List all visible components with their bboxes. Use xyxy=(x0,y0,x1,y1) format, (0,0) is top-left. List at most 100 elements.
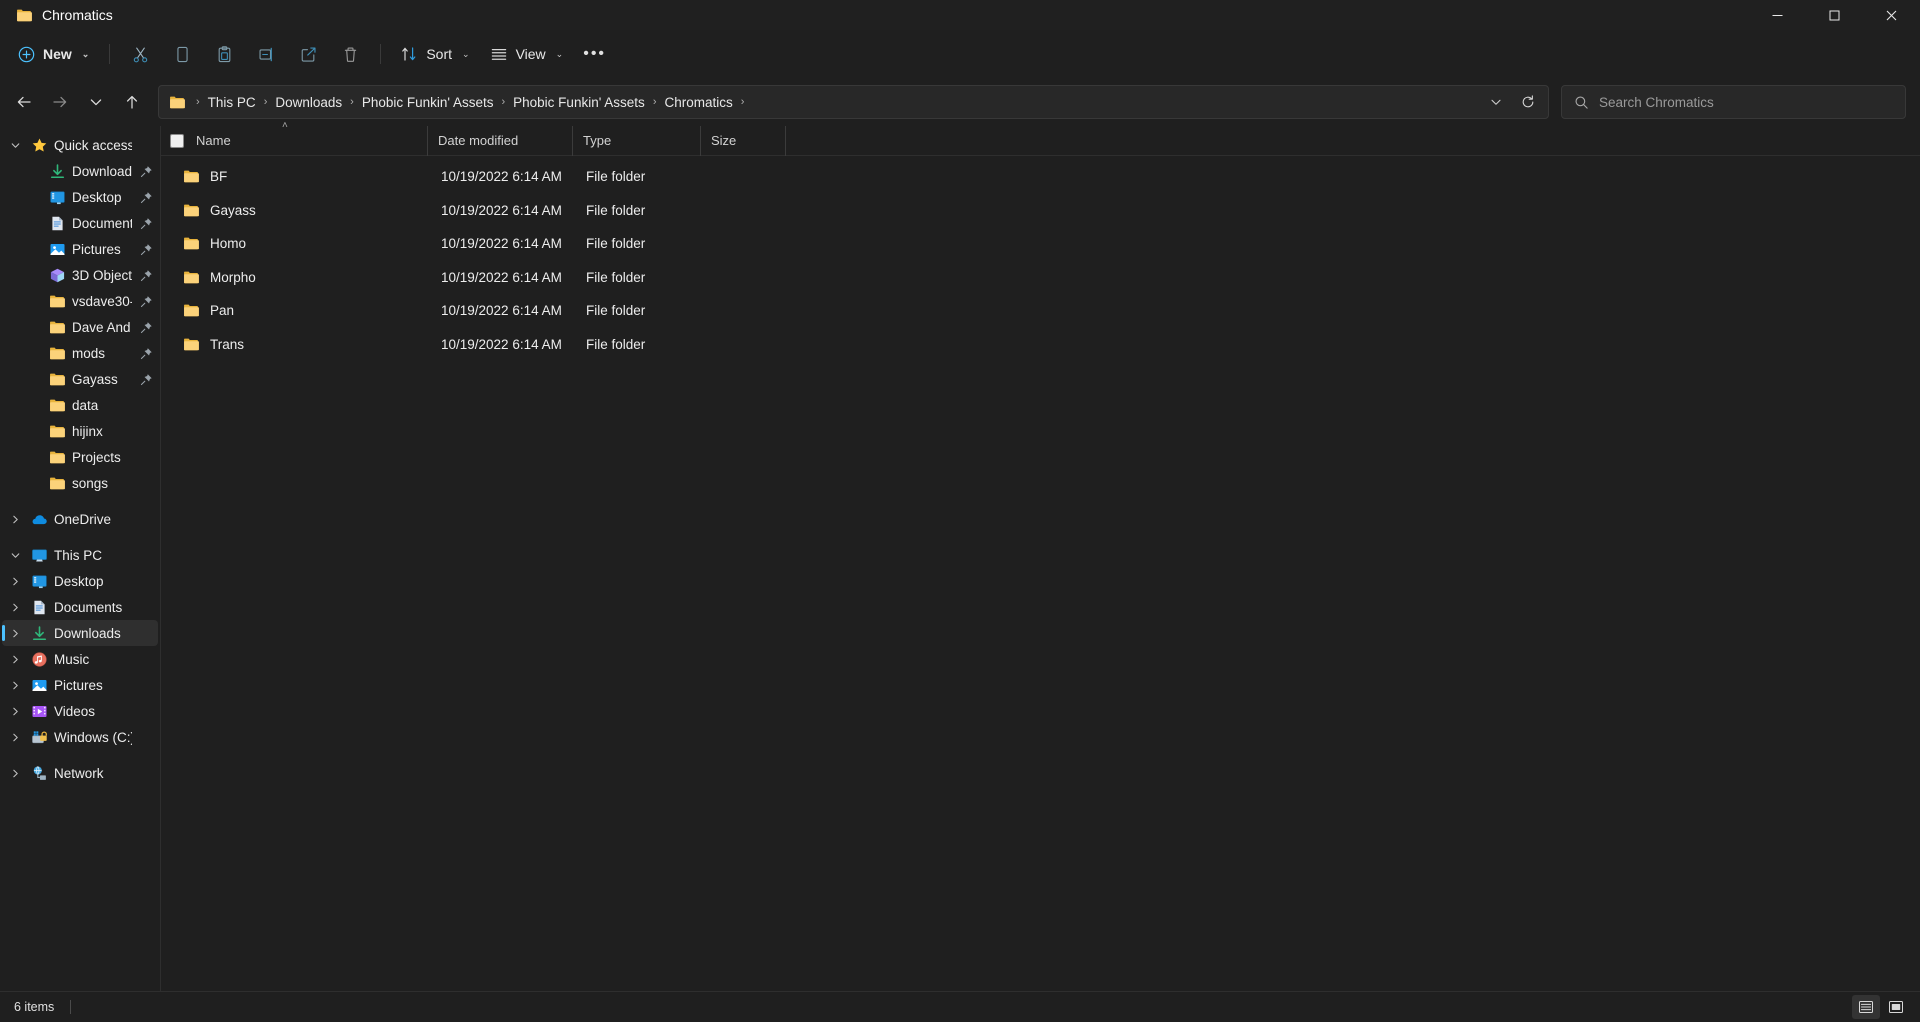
row-date-cell: 10/19/2022 6:14 AM xyxy=(441,269,562,285)
sidebar-item-pictures[interactable]: Pictures xyxy=(2,672,158,698)
column-header-type[interactable]: Type xyxy=(572,125,700,156)
folder-icon xyxy=(48,318,66,336)
folder-icon xyxy=(183,336,200,353)
sidebar-item-videos[interactable]: Videos xyxy=(2,698,158,724)
sidebar-item-windows-c[interactable]: Windows (C:) xyxy=(2,724,158,750)
delete-button[interactable] xyxy=(330,37,370,71)
up-button[interactable] xyxy=(114,84,150,120)
sidebar-item-label: hijinx xyxy=(72,423,103,439)
address-bar[interactable]: › This PC › Downloads › Phobic Funkin' A… xyxy=(158,85,1549,119)
refresh-button[interactable] xyxy=(1514,88,1542,116)
chevron-down-icon[interactable] xyxy=(6,550,24,561)
copy-icon xyxy=(173,45,192,64)
sidebar-item-data[interactable]: data xyxy=(2,392,158,418)
recent-locations-button[interactable] xyxy=(78,84,114,120)
table-row[interactable]: Morpho 10/19/2022 6:14 AM File folder xyxy=(165,261,1916,295)
row-type-cell: File folder xyxy=(586,336,646,352)
view-button[interactable]: View ⌄ xyxy=(481,37,573,71)
sidebar-item-music[interactable]: Music xyxy=(2,646,158,672)
minimize-button[interactable] xyxy=(1749,0,1806,30)
folder-icon xyxy=(48,422,66,440)
chevron-down-icon[interactable] xyxy=(6,140,24,151)
row-size-cell xyxy=(704,194,789,228)
chevron-right-icon[interactable] xyxy=(6,514,24,525)
forward-button[interactable] xyxy=(42,84,78,120)
more-options-button[interactable]: ••• xyxy=(574,37,615,71)
sidebar-item-this-pc[interactable]: This PC xyxy=(2,542,158,568)
status-divider xyxy=(70,1000,72,1014)
new-button[interactable]: New ⌄ xyxy=(10,37,99,71)
row-type-cell: File folder xyxy=(586,169,646,185)
sidebar-item-downloads[interactable]: Downloads xyxy=(2,620,158,646)
chevron-right-icon[interactable] xyxy=(6,576,24,587)
search-input[interactable] xyxy=(1599,94,1905,110)
breadcrumb-item-this-pc[interactable]: This PC xyxy=(202,92,262,113)
sidebar-item-3d-objects[interactable]: 3D Objects xyxy=(2,262,158,288)
cut-button[interactable] xyxy=(120,37,160,71)
sidebar-item-projects[interactable]: Projects xyxy=(2,444,158,470)
breadcrumb-item-phobic-funkin-assets-2[interactable]: Phobic Funkin' Assets xyxy=(507,92,651,113)
breadcrumb-item-chromatics[interactable]: Chromatics xyxy=(658,92,738,113)
chevron-right-icon[interactable] xyxy=(6,706,24,717)
navigation-pane[interactable]: Quick access Downloads Desktop Documents Pic… xyxy=(0,126,161,991)
sort-button[interactable]: Sort ⌄ xyxy=(391,37,478,71)
table-row[interactable]: Trans 10/19/2022 6:14 AM File folder xyxy=(165,328,1916,362)
details-view-button[interactable] xyxy=(1852,995,1880,1019)
rename-button[interactable] xyxy=(246,37,286,71)
sidebar-item-desktop[interactable]: Desktop xyxy=(2,568,158,594)
file-explorer-window: Chromatics New ⌄ Sort ⌄ View ⌄ ••• › Thi… xyxy=(0,0,1920,1022)
table-row[interactable]: Homo 10/19/2022 6:14 AM File folder xyxy=(165,227,1916,261)
row-type-cell: File folder xyxy=(586,269,646,285)
sidebar-item-pictures[interactable]: Pictures xyxy=(2,236,158,262)
sidebar-item-dave-and-bamb[interactable]: Dave And Bamb xyxy=(2,314,158,340)
rename-icon xyxy=(257,45,276,64)
breadcrumb-item-phobic-funkin-assets-1[interactable]: Phobic Funkin' Assets xyxy=(356,92,500,113)
star-icon xyxy=(30,136,48,154)
sidebar-item-hijinx[interactable]: hijinx xyxy=(2,418,158,444)
row-date-cell: 10/19/2022 6:14 AM xyxy=(441,303,562,319)
chevron-right-icon[interactable] xyxy=(6,732,24,743)
chevron-right-icon[interactable] xyxy=(6,602,24,613)
sidebar-item-downloads[interactable]: Downloads xyxy=(2,158,158,184)
sidebar-item-desktop[interactable]: Desktop xyxy=(2,184,158,210)
column-header-size[interactable]: Size xyxy=(700,125,785,156)
back-button[interactable] xyxy=(6,84,42,120)
paste-button[interactable] xyxy=(204,37,244,71)
search-box[interactable] xyxy=(1561,85,1906,119)
sidebar-item-documents[interactable]: Documents xyxy=(2,210,158,236)
copy-button[interactable] xyxy=(162,37,202,71)
cloud-icon xyxy=(30,510,48,528)
trash-icon xyxy=(341,45,360,64)
sidebar-item-network[interactable]: Network xyxy=(2,760,158,786)
pin-icon xyxy=(138,269,154,282)
share-button[interactable] xyxy=(288,37,328,71)
close-button[interactable] xyxy=(1863,0,1920,30)
sidebar-item-gayass[interactable]: Gayass xyxy=(2,366,158,392)
sidebar-item-mods[interactable]: mods xyxy=(2,340,158,366)
large-icons-view-button[interactable] xyxy=(1882,995,1910,1019)
table-row[interactable]: BF 10/19/2022 6:14 AM File folder xyxy=(165,160,1916,194)
column-header-name[interactable]: Name ˄ xyxy=(161,120,427,156)
select-all-checkbox[interactable] xyxy=(170,133,184,148)
chevron-right-icon[interactable] xyxy=(6,680,24,691)
sidebar-item-documents[interactable]: Documents xyxy=(2,594,158,620)
pin-icon xyxy=(138,191,154,204)
table-row[interactable]: Pan 10/19/2022 6:14 AM File folder xyxy=(165,294,1916,328)
download-icon xyxy=(30,624,48,642)
maximize-button[interactable] xyxy=(1806,0,1863,30)
table-row[interactable]: Gayass 10/19/2022 6:14 AM File folder xyxy=(165,194,1916,228)
sidebar-item-label: OneDrive xyxy=(54,511,112,527)
column-header-date-modified[interactable]: Date modified xyxy=(427,125,572,156)
chevron-down-icon: ⌄ xyxy=(462,48,470,59)
sidebar-item-vsdave30-windo[interactable]: vsdave30-windo xyxy=(2,288,158,314)
sidebar-item-quick-access[interactable]: Quick access xyxy=(2,132,158,158)
sidebar-item-onedrive[interactable]: OneDrive xyxy=(2,506,158,532)
breadcrumb-separator: › xyxy=(740,96,745,108)
chevron-right-icon[interactable] xyxy=(6,628,24,639)
address-dropdown-button[interactable] xyxy=(1482,88,1510,116)
chevron-right-icon[interactable] xyxy=(6,768,24,779)
chevron-right-icon[interactable] xyxy=(6,654,24,665)
sidebar-item-songs[interactable]: songs xyxy=(2,470,158,496)
breadcrumb-item-downloads[interactable]: Downloads xyxy=(269,92,348,113)
folder-icon xyxy=(169,94,186,111)
